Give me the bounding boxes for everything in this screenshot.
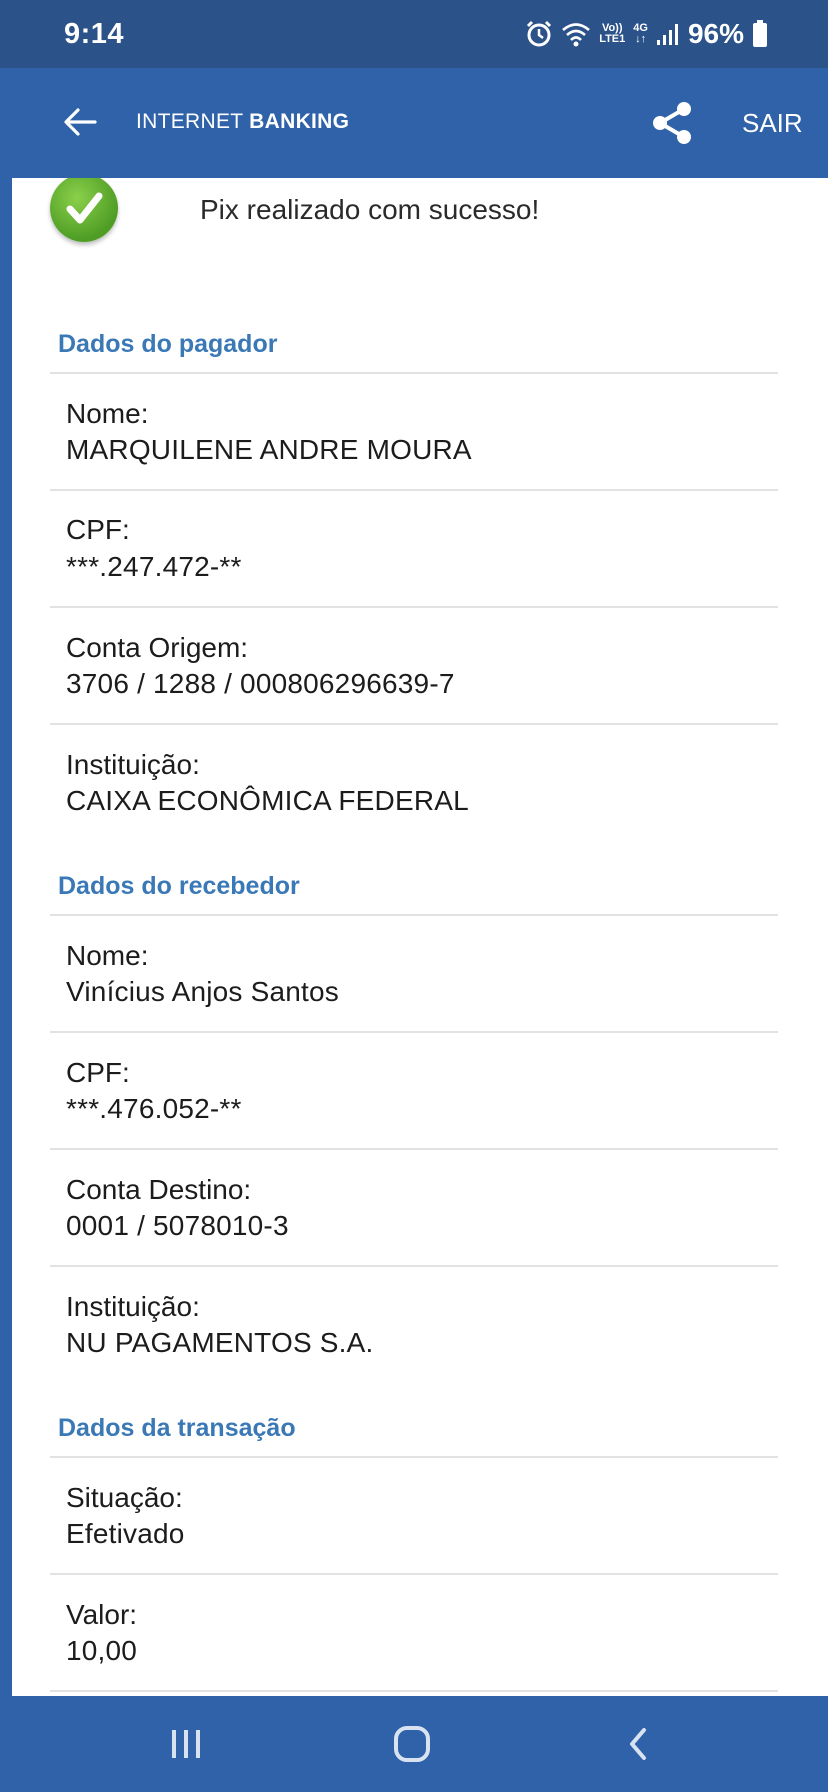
success-message: Pix realizado com sucesso!: [200, 194, 540, 225]
payer-name-value: MARQUILENE ANDRE MOURA: [66, 434, 472, 465]
transaction-status-value: Efetivado: [66, 1518, 185, 1549]
payer-account-value: 3706 / 1288 / 000806296639-7: [66, 668, 455, 699]
exit-button[interactable]: SAIR: [742, 108, 803, 139]
battery-percent: 96%: [687, 18, 744, 49]
section-title-transaction: Dados da transação: [58, 1414, 296, 1442]
receiver-name-value: Vinícius Anjos Santos: [66, 976, 339, 1007]
divider: [50, 1573, 778, 1575]
receiver-name-label: Nome:: [66, 940, 149, 971]
success-check-icon: [50, 178, 118, 242]
payer-account-label: Conta Origem:: [66, 632, 249, 663]
divider: [50, 1456, 778, 1458]
receiver-account-label: Conta Destino:: [66, 1174, 252, 1205]
app-bar: INTERNET BANKING SAIR: [12, 68, 828, 178]
recent-apps-icon[interactable]: [168, 1724, 204, 1764]
payer-cpf-label: CPF:: [66, 514, 130, 545]
payer-name-label: Nome:: [66, 398, 149, 429]
volte-indicator: Vo)) LTE1: [599, 23, 625, 45]
share-icon[interactable]: [650, 100, 694, 146]
payer-institution-value: CAIXA ECONÔMICA FEDERAL: [66, 785, 469, 816]
divider: [50, 723, 778, 725]
battery-icon: [753, 20, 767, 47]
divider: [50, 372, 778, 374]
divider: [50, 914, 778, 916]
network-indicator: 4G ↓↑: [633, 23, 648, 45]
divider: [50, 489, 778, 491]
alarm-icon: [527, 20, 552, 47]
status-time: 9:14: [64, 18, 125, 50]
back-icon[interactable]: [624, 1724, 652, 1764]
payer-cpf-value: ***.247.472-**: [66, 551, 242, 582]
back-arrow-icon[interactable]: [62, 104, 98, 140]
status-icons: Vo)) LTE1 4G ↓↑ 96%: [525, 16, 768, 52]
divider: [50, 1148, 778, 1150]
divider: [50, 1265, 778, 1267]
status-bar: 9:14 Vo)) LTE1 4G ↓↑ 96%: [0, 0, 828, 68]
transaction-amount-value: 10,00: [66, 1635, 138, 1666]
data-arrows: ↓↑: [635, 33, 647, 45]
volte-bottom-text: LTE1: [599, 33, 626, 45]
receiver-cpf-value: ***.476.052-**: [66, 1093, 242, 1124]
divider: [50, 1031, 778, 1033]
home-icon[interactable]: [392, 1724, 432, 1764]
transaction-status-label: Situação:: [66, 1482, 183, 1513]
receipt-content: Pix realizado com sucesso! Dados do paga…: [12, 178, 828, 1696]
receiver-institution-value: NU PAGAMENTOS S.A.: [66, 1327, 374, 1358]
system-nav-bar: [12, 1696, 828, 1792]
payer-institution-label: Instituição:: [66, 749, 200, 780]
divider: [50, 606, 778, 608]
signal-icon: [656, 24, 678, 45]
receiver-institution-label: Instituição:: [66, 1291, 200, 1322]
app-title-regular: INTERNET: [136, 110, 244, 133]
divider: [50, 1690, 778, 1692]
section-title-payer: Dados do pagador: [58, 330, 278, 358]
app-title-bold: BANKING: [249, 110, 350, 133]
wifi-icon: [562, 23, 591, 47]
receiver-cpf-label: CPF:: [66, 1057, 130, 1088]
receiver-account-value: 0001 / 5078010-3: [66, 1210, 289, 1241]
transaction-amount-label: Valor:: [66, 1599, 138, 1630]
section-title-receiver: Dados do recebedor: [58, 872, 300, 900]
app-title: INTERNET BANKING: [136, 110, 349, 134]
